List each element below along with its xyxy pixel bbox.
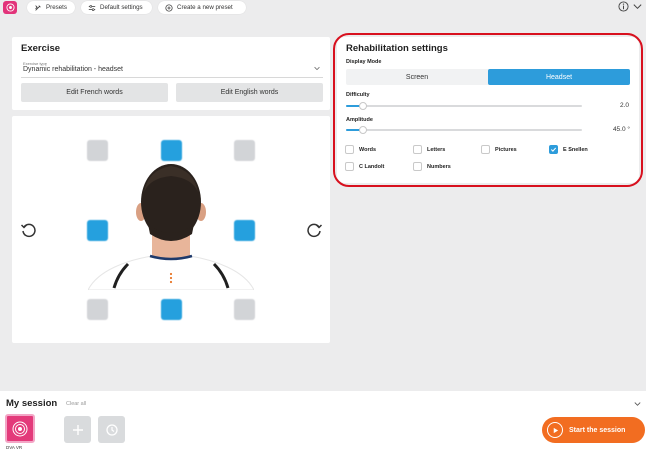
play-icon — [547, 422, 563, 438]
option-label: Pictures — [495, 146, 517, 153]
presets-button[interactable]: Presets — [27, 1, 75, 14]
option-c-landolt[interactable]: C Landolt — [345, 162, 384, 171]
option-numbers[interactable]: Numbers — [413, 162, 451, 171]
session-title: My session — [6, 398, 58, 409]
slider-track — [346, 105, 582, 107]
app-logo[interactable] — [3, 1, 17, 14]
session-bar: My session Clear all DVA VR Start the se… — [0, 391, 646, 453]
start-session-label: Start the session — [569, 426, 626, 434]
plus-circle-icon — [165, 3, 173, 12]
option-label: Letters — [427, 146, 446, 153]
difficulty-slider[interactable] — [346, 101, 582, 111]
display-mode-headset[interactable]: Headset — [488, 69, 630, 85]
rotate-right-icon — [307, 223, 323, 238]
rotate-left-icon — [20, 223, 36, 238]
tools-icon — [35, 4, 41, 11]
difficulty-value: 2.0 — [619, 102, 629, 109]
add-exercise-button[interactable] — [64, 416, 91, 443]
slider-handle[interactable] — [358, 102, 367, 110]
create-preset-label: Create a new preset — [177, 4, 233, 11]
rehab-title: Rehabilitation settings — [346, 43, 448, 54]
option-label: Words — [359, 146, 377, 153]
target-square-active — [161, 299, 182, 320]
option-words[interactable]: Words — [345, 145, 376, 154]
presets-label: Presets — [46, 4, 67, 11]
info-icon[interactable] — [618, 1, 629, 12]
display-mode-label: Display Mode — [346, 59, 382, 65]
checkbox[interactable] — [345, 145, 354, 154]
difficulty-label: Difficulty — [346, 92, 370, 98]
target-square — [234, 299, 255, 320]
checkbox[interactable] — [345, 162, 354, 171]
rotate-right-button[interactable] — [307, 222, 323, 238]
target-square — [87, 299, 108, 320]
chevron-down-icon[interactable] — [632, 1, 643, 12]
default-settings-label: Default settings — [100, 4, 143, 11]
option-pictures[interactable]: Pictures — [481, 145, 517, 154]
exercise-panel: Exercise Exercise type Dynamic rehabilit… — [12, 37, 330, 110]
slider-handle[interactable] — [358, 126, 367, 134]
clear-all-link[interactable]: Clear all — [66, 401, 86, 407]
edit-french-words-button[interactable]: Edit French words — [21, 83, 168, 102]
display-mode-toggle: Screen Headset — [346, 69, 630, 85]
target-icon — [12, 421, 28, 436]
start-session-button[interactable]: Start the session — [542, 417, 645, 443]
timer-icon — [105, 423, 118, 436]
slider-track — [346, 129, 582, 131]
chevron-down-icon — [314, 66, 320, 71]
target-square-active — [161, 140, 182, 161]
top-right-controls — [618, 1, 643, 12]
target-icon — [5, 3, 15, 12]
create-preset-button[interactable]: Create a new preset — [158, 1, 246, 14]
exercise-title: Exercise — [21, 43, 61, 54]
exercise-type-value: Dynamic rehabilitation - headset — [23, 66, 123, 73]
amplitude-slider[interactable] — [346, 125, 582, 135]
plus-icon — [72, 424, 83, 435]
rotate-left-button[interactable] — [20, 222, 36, 238]
checkbox[interactable] — [481, 145, 490, 154]
option-letters[interactable]: Letters — [413, 145, 445, 154]
add-pause-button[interactable] — [98, 416, 125, 443]
top-bar: Presets Default settings Create a new pr… — [0, 0, 646, 15]
rehabilitation-settings-panel: Rehabilitation settings Display Mode Scr… — [337, 37, 639, 183]
checkbox[interactable] — [413, 145, 422, 154]
sliders-icon — [88, 4, 96, 11]
option-label: Numbers — [427, 163, 451, 170]
amplitude-label: Amplitude — [346, 117, 373, 123]
amplitude-value: 45.0 ° — [612, 126, 630, 133]
chevron-down-icon[interactable] — [633, 399, 642, 408]
option-label: C Landolt — [359, 163, 385, 170]
target-square — [87, 140, 108, 161]
option-e-snellen[interactable]: E Snellen — [549, 145, 588, 154]
option-label: E Snellen — [563, 146, 588, 153]
default-settings-button[interactable]: Default settings — [81, 1, 152, 14]
checkbox[interactable] — [549, 145, 558, 154]
display-mode-screen[interactable]: Screen — [346, 69, 488, 85]
preview-panel — [12, 116, 330, 343]
check-icon — [550, 147, 557, 152]
session-card-label: DVA VR — [6, 445, 23, 450]
target-square — [234, 140, 255, 161]
session-exercise-card[interactable] — [5, 414, 35, 443]
edit-english-words-button[interactable]: Edit English words — [176, 83, 323, 102]
exercise-type-select[interactable]: Exercise type Dynamic rehabilitation - h… — [21, 59, 323, 78]
checkbox[interactable] — [413, 162, 422, 171]
head-illustration — [88, 164, 254, 290]
